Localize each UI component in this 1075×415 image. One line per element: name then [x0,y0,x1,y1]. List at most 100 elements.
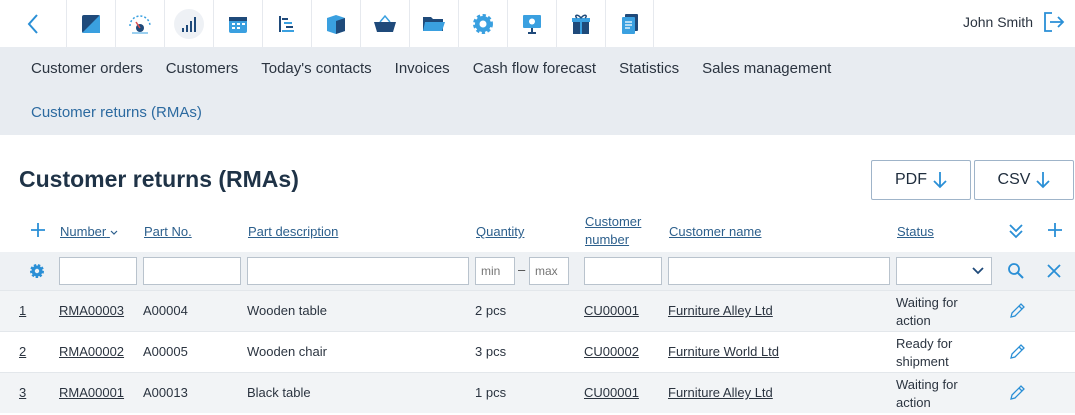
chevron-left-icon [27,13,38,34]
app-calendar[interactable] [213,0,262,47]
range-separator: – [518,262,526,277]
basket-icon [374,14,396,32]
row-quantity: 1 pcs [475,385,507,400]
filter-description-input[interactable] [247,257,469,285]
filter-number-input[interactable] [59,257,137,285]
row-customer-number-link[interactable]: CU00001 [584,385,639,400]
gear-icon [473,13,493,34]
chevron-down-icon [972,267,984,275]
row-part-no: A00005 [143,344,188,359]
app-documents[interactable] [605,0,654,47]
column-number[interactable]: Number [60,224,118,239]
row-number-link[interactable]: RMA00001 [59,385,124,400]
row-number-link[interactable]: RMA00002 [59,344,124,359]
edit-button[interactable] [1008,384,1026,405]
double-chevron-down-icon [1009,224,1023,239]
filter-customer-number-input[interactable] [584,257,662,285]
nav-item-sales-management[interactable]: Sales management [702,60,831,77]
app-dashboard[interactable] [66,0,115,47]
filter-part-no-input[interactable] [143,257,241,285]
document-icon [621,13,638,34]
column-customer-number[interactable]: Customer number [585,213,641,249]
row-number-link[interactable]: RMA00003 [59,303,124,318]
pdf-label: PDF [895,171,927,188]
pdf-export-button[interactable]: PDF [871,160,971,200]
table-row: 1 RMA00003 A00004 Wooden table 2 pcs CU00001 F… [0,290,1075,331]
back-button[interactable] [0,0,66,47]
app-gantt[interactable] [262,0,311,47]
row-status: Waiting for action [896,377,958,410]
plus-icon [1048,223,1062,237]
app-basket[interactable] [360,0,409,47]
user-name[interactable]: John Smith [963,14,1033,30]
module-nav: Customer orders Customers Today's contacts… [0,47,1075,135]
csv-export-button[interactable]: CSV [974,160,1074,200]
logout-button[interactable] [1043,11,1065,38]
nav-item-invoices[interactable]: Invoices [395,60,450,77]
app-gift[interactable] [556,0,605,47]
app-speedometer[interactable] [115,0,164,47]
expand-all-button[interactable] [1008,222,1024,245]
top-bar: John Smith [0,0,1075,47]
row-index-link[interactable]: 3 [19,385,26,400]
row-status: Waiting for action [896,295,958,328]
app-presentation[interactable] [507,0,556,47]
nav-item-customer-orders[interactable]: Customer orders [31,60,143,77]
filter-settings-button[interactable] [29,263,45,284]
nav-row-1: Customer orders Customers Today's contacts… [31,60,854,77]
filter-customer-name-input[interactable] [668,257,890,285]
row-customer-number-link[interactable]: CU00002 [584,344,639,359]
row-customer-number-link[interactable]: CU00001 [584,303,639,318]
chevron-down-icon [110,230,118,235]
filter-status-select[interactable] [896,257,992,285]
calendar-icon [229,16,247,33]
table-row: 3 RMA00001 A00013 Black table 1 pcs CU00001 Fu… [0,372,1075,413]
row-quantity: 2 pcs [475,303,507,318]
app-statistics[interactable] [164,0,213,47]
row-customer-name-link[interactable]: Furniture Alley Ltd [668,385,773,400]
column-customer-number-line1: Customer [585,214,642,229]
page-title: Customer returns (RMAs) [19,166,299,192]
edit-button[interactable] [1008,343,1026,364]
filter-quantity-max-input[interactable] [529,257,569,285]
dashboard-icon [82,14,100,33]
column-part-description[interactable]: Part description [248,224,338,239]
active-app-indicator [174,8,204,39]
row-index-link[interactable]: 2 [19,344,26,359]
app-box[interactable] [311,0,360,47]
logout-icon [1044,12,1065,32]
table-header: Number Part No. Part description Quantit… [0,212,1075,252]
row-customer-name-link[interactable]: Furniture Alley Ltd [668,303,773,318]
row-index-link[interactable]: 1 [19,303,26,318]
add-row-button[interactable] [30,222,46,243]
add-column-button[interactable] [1047,222,1063,243]
row-quantity: 3 pcs [475,344,507,359]
app-settings[interactable] [458,0,507,47]
app-switcher [66,0,654,47]
filter-quantity-min-input[interactable] [475,257,515,285]
table-row: 2 RMA00002 A00005 Wooden chair 3 pcs CU00002 F… [0,331,1075,372]
gear-icon [30,264,44,278]
nav-item-statistics[interactable]: Statistics [619,60,679,77]
gift-icon [572,14,590,34]
row-customer-name-link[interactable]: Furniture World Ltd [668,344,779,359]
app-folder[interactable] [409,0,458,47]
edit-button[interactable] [1008,302,1026,323]
column-quantity[interactable]: Quantity [476,224,524,239]
search-icon [1008,263,1024,279]
column-customer-number-line2: number [585,232,630,247]
arrow-down-icon [1036,172,1051,189]
nav-item-customers[interactable]: Customers [166,60,239,77]
column-part-no[interactable]: Part No. [144,224,192,239]
column-customer-name[interactable]: Customer name [669,224,761,239]
clear-filters-button[interactable] [1046,263,1062,284]
search-button[interactable] [1007,262,1025,285]
nav-row-2: Customer returns (RMAs) [31,104,225,121]
column-status[interactable]: Status [897,224,934,239]
nav-item-today-s-contacts[interactable]: Today's contacts [261,60,371,77]
nav-item-customer-returns-rmas[interactable]: Customer returns (RMAs) [31,104,202,121]
row-status: Ready for shipment [896,336,953,369]
row-part-no: A00004 [143,303,188,318]
signal-bars-icon [182,16,196,32]
nav-item-cash-flow-forecast[interactable]: Cash flow forecast [473,60,596,77]
